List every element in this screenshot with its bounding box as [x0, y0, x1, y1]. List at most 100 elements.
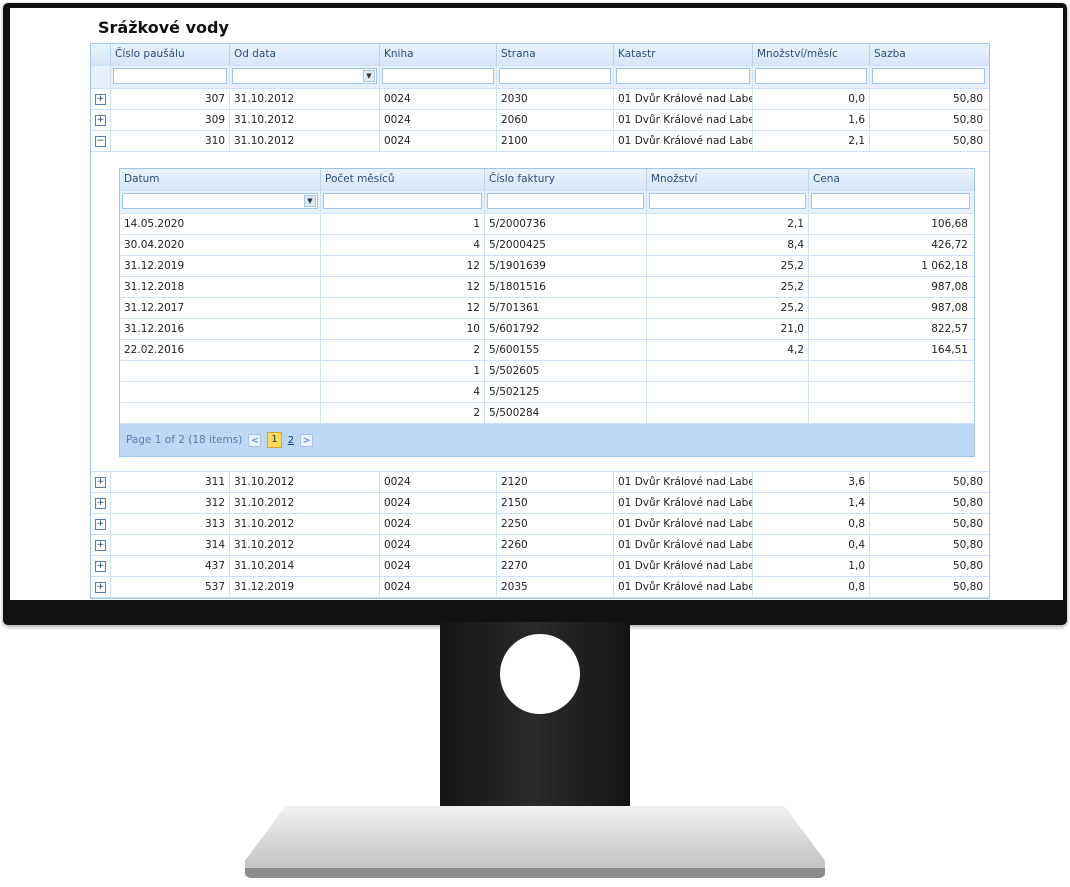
detail-cell-faktura: 5/502605	[485, 361, 647, 381]
filter-input[interactable]	[755, 68, 867, 84]
table-cell-kniha: 0024	[380, 110, 497, 130]
detail-row[interactable]: 31.12.2016 10 5/601792 21,0 822,57	[120, 319, 974, 340]
dropdown-arrow-icon[interactable]: ▼	[304, 195, 316, 207]
date-filter-input[interactable]: ▼	[122, 193, 318, 209]
table-cell-strana: 2120	[497, 472, 614, 492]
column-header[interactable]: Číslo paušálu	[111, 44, 230, 65]
detail-cell-pocet: 4	[321, 235, 485, 255]
detail-row[interactable]: 22.02.2016 2 5/600155 4,2 164,51	[120, 340, 974, 361]
detail-cell-mnozstvi: 25,2	[647, 277, 809, 297]
detail-cell-cena: 1 062,18	[921, 260, 968, 272]
dropdown-arrow-icon[interactable]: ▼	[363, 70, 375, 82]
filter-input[interactable]	[649, 193, 806, 209]
detail-cell-cena: 426,72	[931, 239, 968, 251]
table-cell-mnozstvi: 0,8	[753, 577, 870, 597]
column-header[interactable]: Katastr	[614, 44, 753, 65]
column-header[interactable]: Sazba	[870, 44, 987, 65]
detail-cell-mnozstvi: 8,4	[647, 235, 809, 255]
table-cell-strana: 2060	[497, 110, 614, 130]
detail-cell-pocet: 1	[321, 361, 485, 381]
expander-cell: +	[91, 472, 111, 492]
detail-row[interactable]: 31.12.2018 12 5/1801516 25,2 987,08	[120, 277, 974, 298]
detail-cell-cena	[809, 382, 972, 402]
detail-cell-datum: 31.12.2019	[120, 256, 321, 276]
table-row[interactable]: +312 31.10.2012 0024 2150 01 Dvůr Králové na…	[91, 493, 989, 514]
table-cell-sazba: 50,80	[952, 518, 983, 530]
date-filter-input[interactable]: ▼	[232, 68, 377, 84]
detail-row[interactable]: 2 5/500284	[120, 403, 974, 424]
table-cell-cislo: 307	[111, 89, 230, 109]
detail-cell-faktura: 5/502125	[485, 382, 647, 402]
expander-cell: +	[91, 110, 111, 130]
detail-cell-pocet: 12	[321, 298, 485, 318]
filter-cell	[321, 191, 485, 213]
table-cell-mnozstvi: 0,0	[753, 89, 870, 109]
detail-row[interactable]: 31.12.2019 12 5/1901639 25,2 1 062,18	[120, 256, 974, 277]
table-cell-od: 31.10.2012	[230, 131, 380, 151]
table-cell-cislo: 309	[111, 110, 230, 130]
detail-header: Datum Počet měsíců Číslo faktury Množstv…	[120, 169, 974, 191]
filter-cell	[485, 191, 647, 213]
filter-input[interactable]	[616, 68, 750, 84]
page-2-link[interactable]: 2	[288, 435, 294, 446]
detail-row[interactable]: 14.05.2020 1 5/2000736 2,1 106,68	[120, 214, 974, 235]
table-row[interactable]: +307 31.10.2012 0024 2030 01 Dvůr Králové na…	[91, 89, 989, 110]
expand-icon[interactable]: +	[95, 560, 106, 572]
filter-input[interactable]	[487, 193, 644, 209]
table-cell-od: 31.10.2012	[230, 535, 380, 555]
detail-cell-datum: 22.02.2016	[120, 340, 321, 360]
detail-cell-faktura: 5/2000425	[485, 235, 647, 255]
prev-page-icon[interactable]: <	[248, 433, 262, 447]
column-header[interactable]: Počet měsíců	[321, 169, 485, 190]
table-cell-kniha: 0024	[380, 514, 497, 534]
pager: Page 1 of 2 (18 items) < 1 2 >	[120, 424, 974, 456]
filter-cell	[111, 66, 230, 88]
table-row[interactable]: +537 31.12.2019 0024 2035 01 Dvůr Králové na…	[91, 577, 989, 598]
column-header[interactable]: Cena	[809, 169, 972, 190]
filter-cell	[614, 66, 753, 88]
table-row[interactable]: +314 31.10.2012 0024 2260 01 Dvůr Králové na…	[91, 535, 989, 556]
table-row[interactable]: +309 31.10.2012 0024 2060 01 Dvůr Králové na…	[91, 110, 989, 131]
detail-row[interactable]: 31.12.2017 12 5/701361 25,2 987,08	[120, 298, 974, 319]
detail-cell-pocet: 2	[321, 340, 485, 360]
detail-cell-cena	[809, 361, 972, 381]
column-header[interactable]: Datum	[120, 169, 321, 190]
filter-input[interactable]	[811, 193, 970, 209]
detail-row[interactable]: 1 5/502605	[120, 361, 974, 382]
filter-input[interactable]	[499, 68, 611, 84]
detail-rows: 14.05.2020 1 5/2000736 2,1 106,68 30.04.2020 4…	[120, 214, 974, 424]
expand-icon[interactable]: +	[95, 518, 106, 530]
detail-cell-cena: 987,08	[931, 302, 968, 314]
detail-cell-mnozstvi: 2,1	[647, 214, 809, 234]
table-cell-mnozstvi: 2,1	[753, 131, 870, 151]
detail-row[interactable]: 4 5/502125	[120, 382, 974, 403]
detail-cell-datum: 31.12.2016	[120, 319, 321, 339]
column-header[interactable]: Od data	[230, 44, 380, 65]
detail-cell-faktura: 5/701361	[485, 298, 647, 318]
expand-icon[interactable]: +	[95, 93, 106, 105]
column-header[interactable]: Množství/měsíc	[753, 44, 870, 65]
column-header[interactable]: Kniha	[380, 44, 497, 65]
column-header[interactable]: Strana	[497, 44, 614, 65]
table-row[interactable]: +313 31.10.2012 0024 2250 01 Dvůr Králové na…	[91, 514, 989, 535]
table-row[interactable]: +437 31.10.2014 0024 2270 01 Dvůr Králové na…	[91, 556, 989, 577]
expand-icon[interactable]: +	[95, 476, 106, 488]
expand-icon[interactable]: +	[95, 581, 106, 593]
detail-cell-cena: 164,51	[931, 344, 968, 356]
filter-input[interactable]	[323, 193, 482, 209]
filter-input[interactable]	[113, 68, 227, 84]
expand-icon[interactable]: +	[95, 114, 106, 126]
expand-icon[interactable]: +	[95, 539, 106, 551]
expand-icon[interactable]: +	[95, 497, 106, 509]
detail-row[interactable]: 30.04.2020 4 5/2000425 8,4 426,72	[120, 235, 974, 256]
table-cell-od: 31.10.2012	[230, 514, 380, 534]
filter-input[interactable]	[872, 68, 985, 84]
table-row[interactable]: +311 31.10.2012 0024 2120 01 Dvůr Králové na…	[91, 472, 989, 493]
column-header[interactable]: Množství	[647, 169, 809, 190]
filter-input[interactable]	[382, 68, 494, 84]
next-page-icon[interactable]: >	[300, 433, 314, 447]
collapse-icon[interactable]: −	[95, 135, 106, 147]
table-row[interactable]: −310 31.10.2012 0024 2100 01 Dvůr Králové na…	[91, 131, 989, 152]
table-cell-katastr: 01 Dvůr Králové nad Labem	[614, 131, 753, 151]
column-header[interactable]: Číslo faktury	[485, 169, 647, 190]
